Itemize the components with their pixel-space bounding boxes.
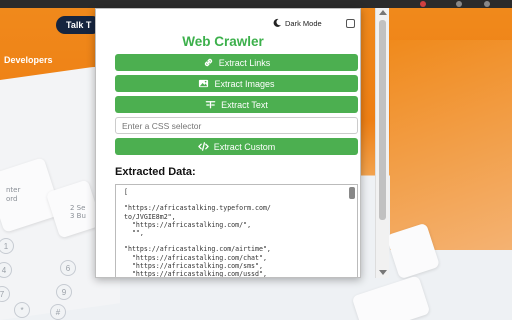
background-orange-panel: [390, 40, 512, 250]
background-text: nter: [6, 186, 21, 194]
extract-links-button[interactable]: Extract Links: [115, 54, 358, 71]
extract-links-label: Extract Links: [218, 57, 271, 68]
text-icon: [205, 101, 216, 109]
background-text: 2 Se: [70, 204, 86, 212]
extract-custom-button[interactable]: Extract Custom: [115, 138, 358, 155]
data-scrollbar[interactable]: [349, 185, 355, 277]
keypad-key: 9: [56, 284, 72, 300]
scroll-up-arrow-icon[interactable]: [379, 10, 387, 15]
extracted-data-heading: Extracted Data:: [115, 166, 196, 178]
code-icon: [198, 142, 209, 151]
extracted-data-textarea[interactable]: [ "https://africastalking.typeform.com/ …: [115, 184, 358, 278]
link-icon: [204, 58, 212, 67]
nav-developers[interactable]: Developers: [4, 55, 53, 65]
dark-mode-toggle[interactable]: Dark Mode: [272, 18, 322, 28]
popup-scrollbar[interactable]: [375, 8, 389, 278]
dark-mode-label: Dark Mode: [285, 18, 322, 28]
extract-text-label: Extract Text: [221, 99, 268, 110]
app-title: Web Crawler: [182, 34, 264, 49]
css-selector-input[interactable]: [115, 117, 358, 134]
extension-icon[interactable]: [420, 1, 426, 7]
extract-text-button[interactable]: Extract Text: [115, 96, 358, 113]
extension-icon[interactable]: [456, 1, 462, 7]
data-scrollbar-thumb[interactable]: [349, 187, 355, 199]
extension-icon[interactable]: [484, 1, 490, 7]
moon-icon: [273, 18, 281, 27]
keypad-key: *: [14, 302, 30, 318]
extracted-data-content: [ "https://africastalking.typeform.com/ …: [124, 188, 271, 278]
extract-custom-label: Extract Custom: [213, 141, 276, 152]
keypad-key: #: [50, 304, 66, 320]
background-text: 3 Bu: [70, 212, 86, 220]
web-crawler-popup: Dark Mode Web Crawler Extract Links Extr…: [95, 8, 361, 278]
extract-images-button[interactable]: Extract Images: [115, 75, 358, 92]
popup-scrollbar-thumb[interactable]: [379, 20, 386, 220]
scroll-down-arrow-icon[interactable]: [379, 270, 387, 275]
background-card: [351, 275, 431, 320]
dark-mode-checkbox[interactable]: [346, 19, 355, 28]
background-text: ord: [6, 195, 18, 203]
keypad-key: 6: [60, 260, 76, 276]
browser-extension-icons: [396, 0, 512, 8]
image-icon: [199, 79, 209, 88]
extract-images-label: Extract Images: [214, 78, 275, 89]
